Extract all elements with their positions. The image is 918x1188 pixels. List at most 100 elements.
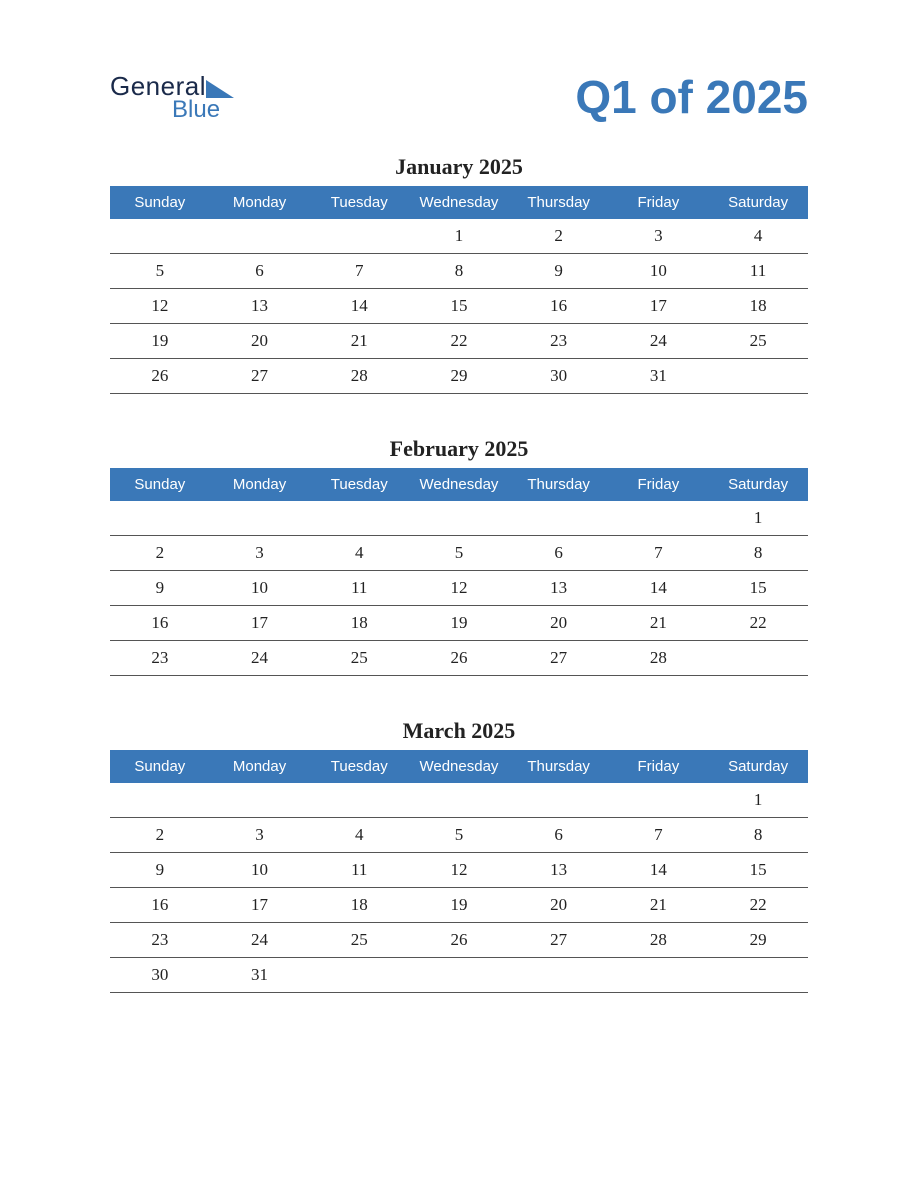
calendar-cell: 9 [509,254,609,289]
calendar-cell [210,219,310,254]
calendar-cell: 17 [210,888,310,923]
calendar-cell: 3 [210,536,310,571]
calendar-row: 9101112131415 [110,571,808,606]
calendar-cell: 12 [110,289,210,324]
logo: General Blue [110,71,234,124]
month-block: January 2025SundayMondayTuesdayWednesday… [110,154,808,394]
calendar-cell: 19 [110,324,210,359]
day-header: Wednesday [409,468,509,501]
calendar-cell: 28 [309,359,409,394]
calendar-cell [309,783,409,818]
calendar-cell: 20 [509,606,609,641]
calendar-cell: 19 [409,606,509,641]
calendar-cell [309,219,409,254]
calendar-cell: 6 [210,254,310,289]
calendar-cell: 25 [708,324,808,359]
calendar-cell: 8 [409,254,509,289]
calendar-cell: 22 [708,606,808,641]
calendar-cell: 18 [309,888,409,923]
calendar-row: 19202122232425 [110,324,808,359]
calendar-cell: 3 [609,219,709,254]
calendar-cell: 7 [609,536,709,571]
calendar-cell: 24 [609,324,709,359]
calendar-row: 262728293031 [110,359,808,394]
calendar-cell: 1 [708,501,808,536]
calendar-row: 232425262728 [110,641,808,676]
calendar-cell: 6 [509,818,609,853]
calendar-cell: 8 [708,536,808,571]
calendar-cell: 5 [409,536,509,571]
calendar-cell: 24 [210,641,310,676]
calendar-cell: 20 [509,888,609,923]
calendar-cell: 7 [309,254,409,289]
calendar-table: SundayMondayTuesdayWednesdayThursdayFrid… [110,186,808,394]
calendar-cell: 18 [708,289,808,324]
calendar-cell [509,783,609,818]
calendar-cell: 30 [110,958,210,993]
day-header: Thursday [509,186,609,219]
day-header: Sunday [110,186,210,219]
day-header: Monday [210,750,310,783]
calendar-row: 23242526272829 [110,923,808,958]
day-header: Wednesday [409,186,509,219]
header: General Blue Q1 of 2025 [110,70,808,124]
calendar-cell [309,958,409,993]
calendar-cell: 5 [110,254,210,289]
calendar-cell: 15 [708,853,808,888]
calendar-cell [609,501,709,536]
calendar-cell: 2 [110,818,210,853]
calendar-row: 16171819202122 [110,606,808,641]
calendar-row: 12131415161718 [110,289,808,324]
calendar-cell [609,783,709,818]
calendar-cell: 1 [409,219,509,254]
calendar-cell: 28 [609,641,709,676]
day-header: Friday [609,186,709,219]
page-title: Q1 of 2025 [575,70,808,124]
calendar-cell [509,501,609,536]
calendar-cell [110,501,210,536]
calendar-cell: 2 [110,536,210,571]
calendar-cell [609,958,709,993]
calendar-cell: 15 [708,571,808,606]
calendar-cell: 30 [509,359,609,394]
calendar-cell: 18 [309,606,409,641]
calendar-row: 2345678 [110,818,808,853]
calendar-cell [110,783,210,818]
calendar-cell: 26 [409,641,509,676]
calendar-cell [309,501,409,536]
day-header: Saturday [708,750,808,783]
calendar-cell: 14 [609,853,709,888]
day-header: Friday [609,468,709,501]
calendar-cell: 29 [708,923,808,958]
calendar-cell: 26 [409,923,509,958]
calendar-cell: 27 [509,923,609,958]
calendar-row: 1 [110,501,808,536]
calendar-cell: 13 [509,571,609,606]
calendar-row: 2345678 [110,536,808,571]
calendar-cell: 27 [509,641,609,676]
calendar-cell: 14 [609,571,709,606]
calendar-cell: 13 [509,853,609,888]
calendar-table: SundayMondayTuesdayWednesdayThursdayFrid… [110,468,808,676]
calendar-cell: 13 [210,289,310,324]
month-title: March 2025 [110,718,808,744]
calendar-cell: 17 [609,289,709,324]
calendar-cell: 5 [409,818,509,853]
day-header: Sunday [110,468,210,501]
calendar-row: 3031 [110,958,808,993]
calendar-cell: 9 [110,571,210,606]
calendar-cell: 22 [409,324,509,359]
calendar-cell: 31 [210,958,310,993]
calendar-cell: 19 [409,888,509,923]
day-header: Tuesday [309,468,409,501]
day-header: Friday [609,750,709,783]
calendar-cell: 10 [210,853,310,888]
calendar-cell: 16 [110,888,210,923]
month-block: February 2025SundayMondayTuesdayWednesda… [110,436,808,676]
calendar-cell [509,958,609,993]
calendar-cell: 4 [708,219,808,254]
day-header: Sunday [110,750,210,783]
calendar-cell: 21 [309,324,409,359]
day-header: Thursday [509,468,609,501]
calendar-cell [409,501,509,536]
